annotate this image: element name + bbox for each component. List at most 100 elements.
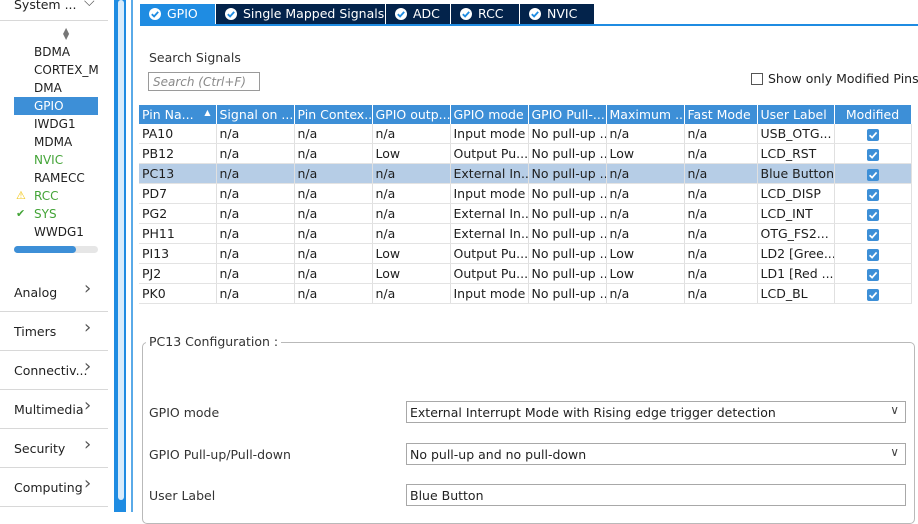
modified-cell [834, 243, 912, 264]
table-cell: Low [606, 243, 685, 264]
table-cell: No pull-up ... [528, 163, 607, 184]
column-header[interactable]: Modified [834, 105, 912, 124]
panel-scrollbar-thumb[interactable] [118, 0, 124, 500]
table-row[interactable]: PD7 n/a n/a n/a Input mode No pull-up ... n/a n… [139, 183, 912, 204]
tab-label: NVIC [547, 6, 578, 21]
show-modified-checkbox[interactable] [751, 73, 763, 85]
table-cell: n/a [606, 283, 685, 304]
modified-checkbox[interactable] [866, 168, 879, 181]
user-label-input[interactable]: Blue Button [406, 484, 906, 506]
column-header[interactable]: Pin Contex... [294, 105, 373, 124]
column-header[interactable]: User Label [757, 105, 835, 124]
table-row[interactable]: PC13 n/a n/a n/a External In... No pull-up ..… [139, 163, 912, 184]
modified-cell [834, 124, 912, 144]
column-header[interactable]: Signal on ... [216, 105, 295, 124]
modified-checkbox[interactable] [866, 148, 879, 161]
category-system[interactable]: System ... ⌵ [0, 0, 108, 21]
modified-checkbox[interactable] [866, 228, 879, 241]
category-item[interactable]: Analog › [0, 273, 108, 312]
peripheral-item[interactable]: MDMA [14, 133, 98, 151]
table-row[interactable]: PH11 n/a n/a n/a External In... No pull-up ..… [139, 223, 912, 244]
peripheral-label: WWDG1 [34, 225, 84, 239]
table-row[interactable]: PI13 n/a n/a Low Output Pu... No pull-up ... L… [139, 243, 912, 264]
modified-checkbox[interactable] [866, 268, 879, 281]
panel-divider[interactable] [131, 0, 133, 512]
table-cell: n/a [294, 183, 373, 204]
column-header[interactable]: GPIO Pull-... [528, 105, 607, 124]
gpio-pull-label: GPIO Pull-up/Pull-down [149, 447, 291, 462]
gpio-pull-value: No pull-up and no pull-down [410, 447, 587, 462]
category-item[interactable]: Connectiv... › [0, 351, 108, 390]
tab-item[interactable]: ADC [386, 4, 450, 24]
table-cell: n/a [216, 143, 295, 164]
table-cell: n/a [372, 223, 451, 244]
category-label: Analog [14, 285, 58, 300]
tab-item[interactable]: RCC [451, 4, 519, 24]
chevron-right-icon: › [84, 434, 92, 455]
column-header-label: Modified [845, 107, 900, 122]
column-header[interactable]: GPIO mode [450, 105, 529, 124]
modified-cell [834, 283, 912, 304]
peripheral-list-scrollbar[interactable] [14, 246, 98, 253]
category-item[interactable]: Security › [0, 429, 108, 468]
tab-item[interactable]: GPIO [140, 4, 215, 24]
peripheral-item[interactable]: GPIO [14, 97, 98, 115]
table-row[interactable]: PA10 n/a n/a n/a Input mode No pull-up ... n/a… [139, 124, 912, 144]
peripheral-item[interactable]: ✔ SYS [14, 205, 98, 223]
peripheral-label: BDMA [34, 45, 71, 59]
tab-item[interactable]: Single Mapped Signals [216, 4, 385, 24]
modified-checkbox[interactable] [866, 188, 879, 201]
check-circle-icon [459, 7, 473, 21]
peripheral-item[interactable]: ⚠ RCC [14, 187, 98, 205]
peripheral-item[interactable]: IWDG1 [14, 115, 98, 133]
table-cell: n/a [216, 283, 295, 304]
peripheral-item[interactable]: DMA [14, 79, 98, 97]
peripheral-item[interactable]: WWDG1 [14, 223, 98, 241]
chevron-right-icon: › [84, 473, 92, 494]
table-row[interactable]: PJ2 n/a n/a Low Output Pu... No pull-up ... Lo… [139, 263, 912, 284]
scrollbar-thumb[interactable] [14, 246, 76, 253]
category-item[interactable]: Timers › [0, 312, 108, 351]
gpio-pull-select[interactable]: No pull-up and no pull-down ∨ [406, 443, 906, 465]
modified-cell [834, 143, 912, 164]
peripheral-item[interactable]: RAMECC [14, 169, 98, 187]
sort-icon[interactable]: ▲ ▼ [63, 27, 69, 41]
modified-checkbox[interactable] [866, 128, 879, 141]
column-header[interactable]: Pin Na... ▲ [139, 105, 217, 124]
column-header[interactable]: Maximum ... [606, 105, 685, 124]
show-modified-label[interactable]: Show only Modified Pins [768, 71, 918, 86]
tab-label: RCC [478, 6, 504, 21]
column-header-label: Fast Mode [687, 107, 751, 122]
column-header-label: GPIO mode [453, 107, 524, 122]
column-header[interactable]: Fast Mode [684, 105, 758, 124]
table-cell: n/a [606, 223, 685, 244]
table-row[interactable]: PK0 n/a n/a n/a Input mode No pull-up ... n/a n… [139, 283, 912, 304]
gpio-mode-select[interactable]: External Interrupt Mode with Rising edge… [406, 401, 906, 423]
gpio-mode-label: GPIO mode [149, 405, 220, 420]
table-row[interactable]: PB12 n/a n/a Low Output Pu... No pull-up ... L… [139, 143, 912, 164]
modified-checkbox[interactable] [866, 248, 879, 261]
modified-checkbox[interactable] [866, 288, 879, 301]
table-cell: n/a [294, 143, 373, 164]
table-cell: n/a [606, 183, 685, 204]
peripheral-item[interactable]: BDMA [14, 43, 98, 61]
table-cell: No pull-up ... [528, 223, 607, 244]
category-panel: System ... ⌵ ▲ ▼ BDMA CORTEX_M DMA GPIO IWDG1… [0, 0, 108, 512]
category-item[interactable]: Computing › [0, 468, 108, 507]
table-row[interactable]: PG2 n/a n/a n/a External In... No pull-up ...… [139, 203, 912, 224]
chevron-down-icon: ∨ [890, 403, 899, 417]
table-cell: n/a [216, 163, 295, 184]
search-input[interactable] [148, 72, 260, 91]
column-header-label: GPIO outp... [375, 107, 450, 122]
tab-item[interactable]: NVIC [520, 4, 594, 24]
category-item[interactable]: Multimedia › [0, 390, 108, 429]
table-cell: PK0 [139, 283, 217, 304]
table-cell: PC13 [139, 163, 217, 184]
column-header-label: Signal on ... [219, 107, 294, 122]
peripheral-item[interactable]: CORTEX_M [14, 61, 98, 79]
table-cell: Output Pu... [450, 143, 529, 164]
column-header[interactable]: GPIO outp... [372, 105, 451, 124]
table-cell: n/a [294, 124, 373, 144]
modified-checkbox[interactable] [866, 208, 879, 221]
peripheral-item[interactable]: NVIC [14, 151, 98, 169]
